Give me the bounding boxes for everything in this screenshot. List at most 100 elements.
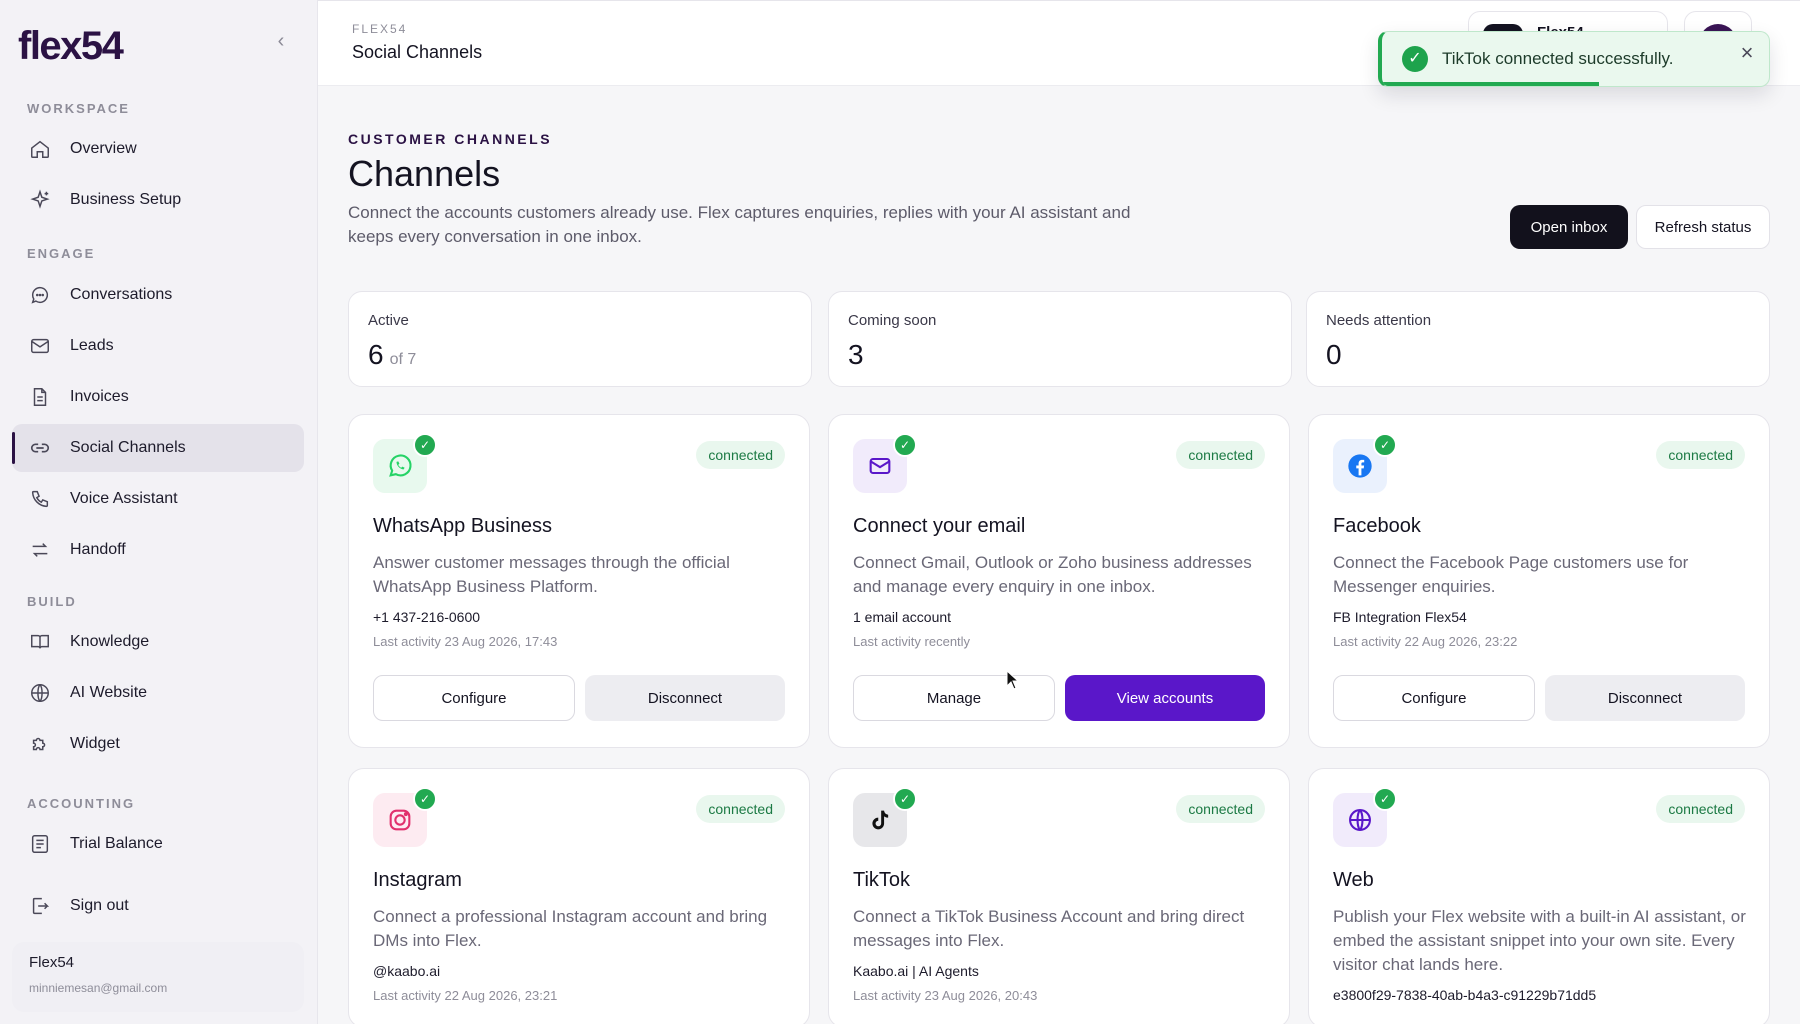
disconnect-button[interactable]: Disconnect — [585, 675, 785, 721]
sidebar-item-ai-website[interactable]: AI Website — [12, 669, 304, 717]
success-toast: ✓ TikTok connected successfully. × — [1378, 31, 1770, 87]
channel-card-email: ✓ connected Connect your email Connect G… — [828, 414, 1290, 748]
status-badge: connected — [1176, 441, 1265, 469]
section-label-accounting: ACCOUNTING — [27, 796, 136, 811]
stat-number: 3 — [848, 339, 864, 370]
sign-out-icon — [28, 894, 52, 918]
sidebar-item-leads[interactable]: Leads — [12, 322, 304, 370]
connected-check-icon: ✓ — [1373, 433, 1397, 457]
sidebar-item-invoices[interactable]: Invoices — [12, 373, 304, 421]
check-circle-icon: ✓ — [1402, 46, 1428, 72]
sidebar-item-label: Voice Assistant — [70, 490, 178, 507]
breadcrumb: FLEX54 — [352, 22, 408, 36]
stat-label: Active — [368, 312, 409, 329]
user-name: Flex54 — [29, 954, 75, 971]
card-activity: Last activity 22 Aug 2026, 23:22 — [1333, 634, 1518, 649]
sidebar-item-trial-balance[interactable]: Trial Balance — [12, 820, 304, 868]
sidebar-item-label: AI Website — [70, 684, 148, 701]
open-inbox-button[interactable]: Open inbox — [1510, 205, 1628, 249]
main-content: CUSTOMER CHANNELS Channels Connect the a… — [318, 86, 1800, 1024]
close-icon[interactable]: × — [1735, 42, 1759, 66]
sidebar-item-business-setup[interactable]: Business Setup — [12, 176, 304, 224]
card-title: Facebook — [1333, 515, 1421, 537]
ledger-icon — [28, 832, 52, 856]
card-title: Web — [1333, 869, 1374, 891]
sidebar-item-voice-assistant[interactable]: Voice Assistant — [12, 475, 304, 523]
stat-number: 6 — [368, 339, 384, 370]
card-description: Connect Gmail, Outlook or Zoho business … — [853, 553, 1252, 596]
document-icon — [28, 385, 52, 409]
page-description: Connect the accounts customers already u… — [348, 203, 1131, 246]
sidebar-item-widget[interactable]: Widget — [12, 720, 304, 768]
sidebar: flex54 ‹ WORKSPACE Overview Business Set… — [0, 0, 318, 1024]
card-activity: Last activity 23 Aug 2026, 20:43 — [853, 988, 1038, 1003]
puzzle-icon — [28, 732, 52, 756]
chat-bubble-icon — [28, 283, 52, 307]
status-badge: connected — [1176, 795, 1265, 823]
sidebar-item-knowledge[interactable]: Knowledge — [12, 618, 304, 666]
stat-label: Coming soon — [848, 312, 937, 329]
card-title: Connect your email — [853, 515, 1026, 537]
status-badge: connected — [696, 795, 785, 823]
connected-check-icon: ✓ — [893, 787, 917, 811]
card-activity: Last activity 22 Aug 2026, 23:21 — [373, 988, 558, 1003]
mouse-cursor-icon — [1006, 670, 1020, 690]
home-icon — [28, 137, 52, 161]
sidebar-item-sign-out[interactable]: Sign out — [12, 882, 304, 930]
configure-button[interactable]: Configure — [373, 675, 575, 721]
stat-card-needs-attention: Needs attention 0 — [1306, 291, 1770, 387]
sidebar-item-label: Business Setup — [70, 191, 182, 208]
sidebar-item-overview[interactable]: Overview — [12, 125, 304, 173]
stat-number: 0 — [1326, 339, 1342, 370]
section-label-workspace: WORKSPACE — [27, 101, 130, 116]
user-card[interactable]: Flex54 minniemesan@gmail.com — [12, 942, 304, 1012]
collapse-sidebar-icon[interactable]: ‹ — [270, 30, 292, 52]
card-account: 1 email account — [853, 609, 952, 625]
page-header-title: Social Channels — [352, 42, 483, 62]
sidebar-item-label: Overview — [70, 140, 137, 157]
stat-sub: of 7 — [389, 351, 417, 368]
sidebar-item-label: Sign out — [70, 897, 129, 914]
card-account: +1 437-216-0600 — [373, 609, 481, 625]
card-activity: Last activity recently — [853, 634, 971, 649]
sidebar-item-label: Conversations — [70, 286, 173, 303]
sidebar-item-label: Social Channels — [70, 439, 186, 456]
connected-check-icon: ✓ — [413, 433, 437, 457]
channel-card-facebook: ✓ connected Facebook Connect the Faceboo… — [1308, 414, 1770, 748]
refresh-status-button[interactable]: Refresh status — [1636, 205, 1770, 249]
swap-arrows-icon — [28, 538, 52, 562]
sidebar-item-handoff[interactable]: Handoff — [12, 526, 304, 574]
channel-card-web: ✓ connected Web Publish your Flex websit… — [1308, 768, 1770, 1024]
status-badge: connected — [1656, 441, 1745, 469]
card-account: @kaabo.ai — [373, 963, 441, 979]
card-description: Answer customer messages through the off… — [373, 553, 730, 596]
manage-button[interactable]: Manage — [853, 675, 1055, 721]
disconnect-button[interactable]: Disconnect — [1545, 675, 1745, 721]
stat-value: 6 of 7 — [368, 339, 792, 371]
sidebar-item-conversations[interactable]: Conversations — [12, 271, 304, 319]
sparkle-icon — [28, 188, 52, 212]
sidebar-item-label: Handoff — [70, 541, 126, 558]
channel-card-tiktok: ✓ connected TikTok Connect a TikTok Busi… — [828, 768, 1290, 1024]
configure-button[interactable]: Configure — [1333, 675, 1535, 721]
card-snippet-id: e3800f29-7838-40ab-b4a3-c91229b71dd5 — [1333, 987, 1597, 1003]
stat-card-active: Active 6 of 7 — [348, 291, 812, 387]
sidebar-item-social-channels[interactable]: Social Channels — [12, 424, 304, 472]
channel-card-whatsapp: ✓ connected WhatsApp Business Answer cus… — [348, 414, 810, 748]
mail-icon — [28, 334, 52, 358]
card-account: FB Integration Flex54 — [1333, 609, 1467, 625]
user-email: minniemesan@gmail.com — [29, 981, 168, 995]
connected-check-icon: ✓ — [893, 433, 917, 457]
brand-logo[interactable]: flex54 — [18, 24, 124, 69]
stat-label: Needs attention — [1326, 312, 1432, 329]
view-accounts-button[interactable]: View accounts — [1065, 675, 1265, 721]
card-account: Kaabo.ai | AI Agents — [853, 963, 979, 979]
section-label-build: BUILD — [27, 594, 77, 609]
card-description: Connect a professional Instagram account… — [373, 907, 768, 950]
globe-icon — [28, 681, 52, 705]
card-description: Connect a TikTok Business Account and br… — [853, 907, 1245, 950]
sidebar-item-label: Widget — [70, 735, 120, 752]
card-title: TikTok — [853, 869, 911, 891]
sidebar-item-label: Trial Balance — [70, 835, 163, 852]
section-label-engage: ENGAGE — [27, 246, 96, 261]
